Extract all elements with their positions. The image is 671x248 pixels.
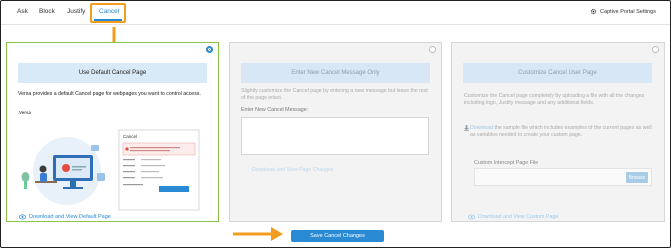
download-sample-link[interactable]: Download [470,125,493,131]
save-cancel-changes-button[interactable]: Save Cancel Changes [291,230,384,242]
cancel-message-radio[interactable] [429,46,436,53]
custom-file-input[interactable]: Browse [474,168,652,186]
captive-portal-settings-label: Captive Portal Settings [600,8,656,15]
tab-ask[interactable]: Ask [17,8,28,15]
default-page-description: Versa provides a default Cancel page for… [18,91,201,97]
custom-page-description: Customize the Cancel page completely by … [464,93,645,106]
active-tab-underline [94,19,122,21]
default-page-preview-illustration: Cancel [21,129,200,211]
tab-block[interactable]: Block [39,8,55,15]
sample-file-text: Download the sample file which includes … [470,125,655,139]
tab-bar: Ask Block Justify Cancel Captive Portal … [1,1,670,25]
cancel-message-title: Enter New Cancel Message Only [241,63,430,83]
browse-button[interactable]: Browse [626,172,648,183]
tab-cancel[interactable]: Cancel [99,8,119,15]
default-page-radio[interactable] [206,46,213,53]
download-custom-page-label: Download and View Custom Page [478,214,559,220]
custom-page-radio[interactable] [652,46,659,53]
download-default-page-label: Download and View Default Page [29,214,111,220]
captive-portal-settings-link[interactable]: Captive Portal Settings [590,8,656,15]
preview-title: Cancel [123,134,137,139]
eye-icon [19,214,26,220]
option-cancel-message[interactable]: Enter New Cancel Message Only Slightly c… [229,42,442,222]
versa-logo: Versa [19,110,32,115]
option-default-page[interactable]: Use Default Cancel Page Versa provides a… [6,42,219,222]
default-page-title: Use Default Cancel Page [18,63,207,83]
arrow-right-icon [233,227,283,241]
custom-page-title: Customize Cancel User Page [463,63,652,83]
gear-icon [590,8,597,15]
download-page-changes-link[interactable]: Download and View Page Changes [252,167,334,173]
tab-justify[interactable]: Justify [67,8,85,15]
download-icon [464,125,469,131]
download-default-page-link[interactable]: Download and View Default Page [19,214,111,220]
cancel-message-description: Slightly customize the Cancel page by en… [241,88,428,101]
sample-file-description: the sample file which includes examples … [470,125,652,138]
cancel-message-field-label: Enter New Cancel Message: [241,107,309,113]
option-custom-page[interactable]: Customize Cancel User Page Customize the… [451,42,665,222]
eye-icon [468,214,475,220]
download-custom-page-link[interactable]: Download and View Custom Page [468,214,558,220]
custom-file-label: Custom Intercept Page File [474,160,539,166]
cancel-message-field[interactable] [241,117,429,155]
cancel-page-settings: Ask Block Justify Cancel Captive Portal … [0,0,671,248]
